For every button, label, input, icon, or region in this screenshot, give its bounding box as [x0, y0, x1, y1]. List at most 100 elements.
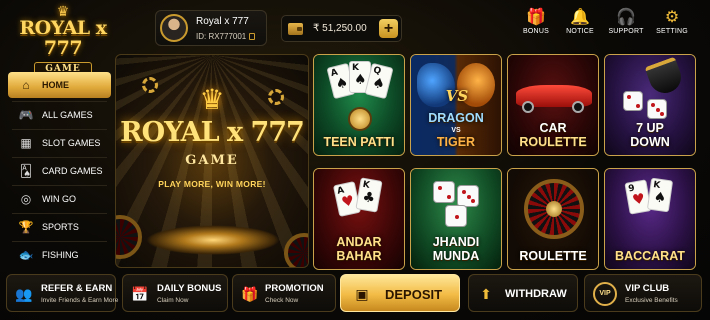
withdraw-button[interactable]: ⬆ WITHDRAW [468, 274, 578, 312]
game-title: ROULETTE [519, 135, 587, 149]
bottom-action-bar: 👥 REFER & EARN Invite Friends & Earn Mor… [6, 274, 706, 314]
fish-icon: 🐟 [18, 248, 34, 262]
sidebar-item-label: SPORTS [42, 222, 79, 232]
refer-title: REFER & EARN [41, 283, 113, 294]
hero-banner[interactable]: ♛ ROYAL x 777 GAME PLAY MORE, WIN MORE! [115, 54, 309, 268]
sidebar-item-home[interactable]: ⌂ HOME [8, 72, 111, 98]
sidebar-item-label: ALL GAMES [42, 110, 93, 120]
dice-icon [433, 181, 455, 203]
game-tile-7-up-down[interactable]: 7 UP DOWN [604, 54, 696, 156]
add-funds-button[interactable]: + [379, 19, 398, 38]
game-tile-dragon-vs-tiger[interactable]: VS DRAGON VS TIGER [410, 54, 502, 156]
refer-earn-button[interactable]: 👥 REFER & EARN Invite Friends & Earn Mor… [6, 274, 119, 312]
dice-icon [623, 91, 643, 111]
hero-sub-text: GAME [185, 153, 239, 168]
gear-icon: ⚙ [664, 9, 680, 26]
hero-brand-text: ROYAL x 777 [120, 117, 305, 148]
users-icon: 👥 [15, 286, 33, 302]
sidebar-item-fishing[interactable]: 🐟 FISHING [8, 242, 111, 268]
user-profile-card[interactable]: Royal x 777 ID: RX777001 [155, 10, 267, 46]
balance-amount: ₹ 51,250.00 [313, 23, 367, 34]
sidebar-item-slot-games[interactable]: ▦ SLOT GAMES [8, 130, 111, 156]
trophy-icon: 🏆 [18, 220, 34, 234]
vip-title: VIP CLUB [625, 283, 670, 294]
wallet-icon: ▣ [355, 286, 369, 302]
notice-label: NOTICE [566, 28, 594, 35]
cards-icon: 🂡 [19, 164, 33, 178]
game-title: ANDAR [336, 235, 382, 249]
crown-icon: ♛ [199, 84, 225, 115]
game-tile-baccarat[interactable]: 9 ♥ K ♠ BACCARAT [604, 168, 696, 270]
sidebar-item-win-go[interactable]: ◎ WIN GO [8, 186, 111, 212]
crown-badge-icon [348, 107, 372, 131]
brand-logo[interactable]: ♛ ROYAL x 777 GAME [8, 4, 118, 76]
gamepad-icon: 🎮 [18, 108, 34, 122]
game-title: BAHAR [336, 249, 382, 263]
sidebar-item-label: WIN GO [42, 194, 76, 204]
playing-card-icon: K ♠ [646, 177, 674, 213]
setting-label: SETTING [656, 28, 688, 35]
game-tile-jhandi-munda[interactable]: JHANDI MUNDA [410, 168, 502, 270]
hero-tagline: PLAY MORE, WIN MORE! [158, 179, 266, 189]
notice-button[interactable]: 🔔 NOTICE [558, 8, 602, 44]
refer-subtitle: Invite Friends & Earn More [41, 297, 119, 304]
wallet-icon [288, 23, 303, 35]
sidebar-nav: ⌂ HOME 🎮 ALL GAMES ▦ SLOT GAMES 🂡 CARD G… [8, 72, 111, 268]
game-title: DOWN [630, 135, 670, 149]
deposit-button[interactable]: ▣ DEPOSIT [340, 274, 460, 312]
username: Royal x 777 [196, 16, 249, 27]
game-title: BACCARAT [615, 249, 685, 263]
sidebar-item-label: FISHING [42, 250, 79, 260]
target-icon: ◎ [20, 192, 32, 206]
vip-subtitle: Exclusive Benefits [625, 297, 678, 304]
home-icon: ⌂ [22, 78, 30, 92]
sidebar-item-label: SLOT GAMES [42, 138, 101, 148]
promotion-title: PROMOTION [265, 283, 324, 294]
user-id: ID: RX777001 [196, 32, 256, 41]
daily-bonus-title: DAILY BONUS [157, 283, 222, 294]
withdraw-label: WITHDRAW [505, 288, 567, 300]
game-title: 7 UP [636, 121, 664, 135]
vip-club-button[interactable]: VIP VIP CLUB Exclusive Benefits [584, 274, 702, 312]
dice-icon [445, 205, 467, 227]
support-button[interactable]: 🎧 SUPPORT [604, 8, 648, 44]
deposit-label: DEPOSIT [385, 287, 443, 302]
game-title: MUNDA [432, 249, 480, 263]
game-title: TIGER [436, 135, 476, 149]
bonus-button[interactable]: 🎁 BONUS [514, 8, 558, 44]
game-tile-car-roulette[interactable]: CAR ROULETTE [507, 54, 599, 156]
dice-icon [457, 185, 479, 207]
game-tile-roulette[interactable]: ROULETTE [507, 168, 599, 270]
app-root: ♛ ROYAL x 777 GAME Royal x 777 ID: RX777… [0, 0, 710, 320]
car-wheel-image [572, 101, 584, 113]
sidebar-item-label: HOME [42, 80, 69, 90]
roulette-hub-image [546, 201, 562, 217]
game-tile-teen-patti[interactable]: A ♠ K ♠ Q ♠ TEEN PATTI [313, 54, 405, 156]
wallet-balance: ₹ 51,250.00 + [281, 15, 402, 42]
promotion-button[interactable]: 🎁 PROMOTION Check Now [232, 274, 336, 312]
sidebar-item-all-games[interactable]: 🎮 ALL GAMES [8, 102, 111, 128]
game-title: CAR [539, 121, 567, 135]
avatar[interactable] [160, 14, 188, 42]
slot-machine-icon: ▦ [20, 136, 32, 150]
setting-button[interactable]: ⚙ SETTING [650, 8, 694, 44]
sidebar-item-card-games[interactable]: 🂡 CARD GAMES [8, 158, 111, 184]
gift-box-icon: 🎁 [241, 286, 259, 302]
bonus-label: BONUS [523, 28, 549, 35]
copy-icon[interactable] [249, 33, 256, 40]
game-title: DRAGON [428, 111, 484, 125]
game-title: TEEN PATTI [323, 135, 395, 149]
sidebar-item-sports[interactable]: 🏆 SPORTS [8, 214, 111, 240]
daily-bonus-button[interactable]: 📅 DAILY BONUS Claim Now [122, 274, 228, 312]
game-tile-andar-bahar[interactable]: A ♥ K ♣ ANDAR BAHAR [313, 168, 405, 270]
logo-brand-text: ROYAL x 777 [19, 17, 107, 59]
daily-bonus-subtitle: Claim Now [157, 297, 189, 304]
stage-podium-image [146, 225, 280, 255]
top-actions: 🎁 BONUS 🔔 NOTICE 🎧 SUPPORT ⚙ SETTING [514, 8, 694, 44]
headset-icon: 🎧 [616, 9, 636, 26]
dice-icon [647, 99, 667, 119]
game-title-vs: VS [451, 127, 461, 134]
vip-badge-icon: VIP [593, 282, 617, 306]
promotion-subtitle: Check Now [265, 297, 299, 304]
withdraw-icon: ⬆ [480, 286, 492, 302]
